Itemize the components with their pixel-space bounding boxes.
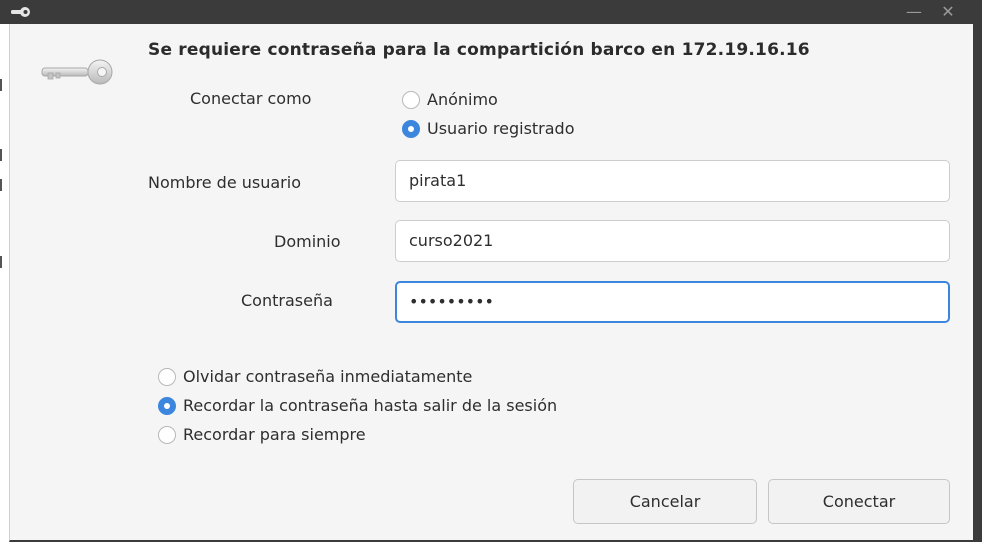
password-label: Contraseña bbox=[241, 291, 333, 310]
radio-remember-session[interactable]: Recordar la contraseña hasta salir de la… bbox=[158, 396, 557, 415]
key-icon bbox=[41, 59, 113, 85]
minimize-icon[interactable]: — bbox=[900, 0, 928, 24]
background-marker bbox=[0, 79, 6, 91]
radio-label: Anónimo bbox=[427, 90, 498, 109]
title-bar: — ✕ bbox=[0, 0, 982, 24]
radio-remember-forever[interactable]: Recordar para siempre bbox=[158, 425, 366, 444]
connect-button[interactable]: Conectar bbox=[768, 479, 950, 524]
connect-as-label: Conectar como bbox=[190, 89, 312, 108]
domain-field[interactable]: curso2021 bbox=[395, 220, 950, 262]
radio-button[interactable] bbox=[158, 425, 176, 444]
domain-label: Dominio bbox=[274, 232, 341, 251]
radio-label: Olvidar contraseña inmediatamente bbox=[183, 367, 473, 386]
background-window-edge bbox=[0, 24, 9, 542]
radio-registered-user[interactable]: Usuario registrado bbox=[402, 119, 575, 138]
username-label: Nombre de usuario bbox=[148, 173, 301, 192]
dialog-heading: Se requiere contraseña para la compartic… bbox=[148, 40, 810, 60]
close-icon[interactable]: ✕ bbox=[934, 0, 962, 24]
key-icon bbox=[11, 7, 30, 17]
radio-button[interactable] bbox=[158, 396, 176, 415]
radio-button[interactable] bbox=[402, 119, 420, 138]
radio-anonymous[interactable]: Anónimo bbox=[402, 90, 498, 109]
radio-button[interactable] bbox=[158, 367, 176, 386]
radio-button[interactable] bbox=[402, 90, 420, 109]
background-marker bbox=[0, 149, 6, 161]
radio-forget-immediately[interactable]: Olvidar contraseña inmediatamente bbox=[158, 367, 472, 386]
radio-label: Usuario registrado bbox=[427, 119, 575, 138]
radio-label: Recordar la contraseña hasta salir de la… bbox=[183, 396, 558, 415]
cancel-button[interactable]: Cancelar bbox=[573, 479, 757, 524]
background-marker bbox=[0, 179, 6, 191]
radio-label: Recordar para siempre bbox=[183, 425, 366, 444]
password-field[interactable]: ••••••••• bbox=[395, 281, 950, 323]
background-marker bbox=[0, 256, 6, 268]
username-field[interactable]: pirata1 bbox=[395, 160, 950, 202]
